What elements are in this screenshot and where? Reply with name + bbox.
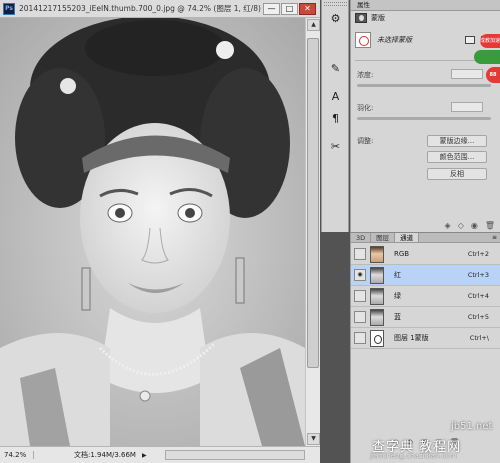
channel-shortcut: Ctrl+5 (467, 313, 489, 321)
scroll-thumb[interactable] (307, 38, 319, 368)
invert-button[interactable]: 反相 (427, 168, 487, 180)
channel-thumbnail (370, 287, 384, 305)
mask-edge-button[interactable]: 蒙版边缘... (427, 135, 487, 147)
apply-mask-icon[interactable]: ◇ (458, 221, 464, 230)
photoshop-logo-icon: Ps (3, 2, 15, 15)
badge-middle (474, 50, 500, 64)
scroll-up-arrow-icon[interactable]: ▲ (307, 19, 320, 31)
paint-icon[interactable]: ✎ (325, 60, 346, 78)
scroll-down-arrow-icon[interactable]: ▼ (307, 433, 320, 445)
properties-tab[interactable]: 属性 (351, 0, 500, 11)
channel-row[interactable]: RGB Ctrl+2 (351, 244, 500, 265)
visibility-eye-icon[interactable]: ◉ (354, 269, 366, 281)
maximize-button[interactable]: □ (281, 3, 298, 15)
watermark-site: jb51.net (451, 421, 493, 432)
channel-name: RGB (394, 250, 410, 258)
density-label: 浓度: (357, 71, 374, 79)
visibility-eye-icon[interactable] (354, 332, 366, 344)
channel-row[interactable]: 蓝 Ctrl+5 (351, 307, 500, 328)
mask-thumbnail[interactable] (355, 32, 371, 48)
channel-thumbnail (370, 329, 384, 347)
adjust-icon[interactable]: ⚙ (325, 10, 346, 28)
zoom-level[interactable]: 74.2% (0, 451, 34, 459)
speed-badge[interactable]: 成教加速 88 (474, 30, 500, 86)
feather-label: 羽化: (357, 104, 374, 112)
status-bar: 74.2% 文档:1.94M/3.66M ▶ (0, 446, 320, 463)
channel-name: 红 (394, 271, 401, 279)
visibility-eye-icon[interactable] (354, 248, 366, 260)
tab-channels[interactable]: 通道 (395, 233, 420, 242)
channel-shortcut: Ctrl+3 (467, 271, 489, 279)
channel-thumbnail (370, 245, 384, 263)
panel-menu-icon[interactable]: ≡ (492, 233, 500, 242)
tools-icon[interactable]: ✂ (325, 138, 346, 156)
status-menu-arrow-icon[interactable]: ▶ (142, 452, 147, 459)
document-title-bar[interactable]: Ps 20141217155203_iEeIN.thumb.700_0.jpg … (0, 0, 320, 18)
toggle-mask-icon[interactable]: ◉ (471, 221, 478, 230)
channel-name: 图层 1蒙版 (394, 334, 429, 342)
visibility-eye-icon[interactable] (354, 311, 366, 323)
properties-header: 蒙版 (355, 13, 385, 23)
properties-header-label: 蒙版 (371, 14, 385, 22)
document-window: Ps 20141217155203_iEeIN.thumb.700_0.jpg … (0, 0, 320, 463)
watermark-url: jiaocheng.chazidian.com (370, 452, 457, 460)
panel-grip[interactable] (324, 2, 347, 6)
window-controls: — □ ✕ (263, 3, 316, 15)
properties-footer: ◈ ◇ ◉ 🗑 (351, 218, 500, 232)
channel-row[interactable]: 绿 Ctrl+4 (351, 286, 500, 307)
image-canvas[interactable] (0, 18, 305, 446)
feather-field[interactable] (451, 102, 483, 112)
vertical-scrollbar[interactable]: ▲ ▼ (305, 18, 320, 446)
horizontal-scrollbar[interactable] (165, 450, 305, 460)
channel-list: RGB Ctrl+2 ◉ 红 Ctrl+3 绿 Ctrl+4 蓝 Ctrl+5 图层 1蒙版 Ctr… (351, 244, 500, 349)
delete-mask-icon[interactable]: 🗑 (485, 221, 495, 230)
visibility-eye-icon[interactable] (354, 290, 366, 302)
mask-selection-label: 未选择蒙版 (377, 36, 412, 44)
photoshop-window: Ps 20141217155203_iEeIN.thumb.700_0.jpg … (0, 0, 500, 463)
mask-icon (355, 13, 367, 23)
type-icon[interactable]: A (325, 88, 346, 106)
density-slider[interactable] (357, 84, 491, 87)
channel-shortcut: Ctrl+4 (467, 292, 489, 300)
tab-layers[interactable]: 图层 (371, 233, 396, 242)
minimize-button[interactable]: — (263, 3, 280, 15)
pilcrow-icon[interactable]: ¶ (325, 110, 346, 128)
channel-name: 蓝 (394, 313, 401, 321)
badge-bottom: 88 (486, 67, 500, 83)
channel-thumbnail (370, 308, 384, 326)
adjust-label: 调整: (357, 137, 374, 145)
channel-row[interactable]: ◉ 红 Ctrl+3 (351, 265, 500, 286)
load-selection-icon[interactable]: ◈ (445, 221, 451, 230)
panel-tabs: 3D 图层 通道 ≡ (351, 233, 500, 243)
channel-name: 绿 (394, 292, 401, 300)
close-button[interactable]: ✕ (299, 3, 316, 15)
channel-row[interactable]: 图层 1蒙版 Ctrl+\ (351, 328, 500, 349)
channel-shortcut: Ctrl+2 (467, 250, 489, 258)
tab-3d[interactable]: 3D (351, 233, 372, 242)
document-size: 文档:1.94M/3.66M (74, 451, 136, 459)
feather-slider[interactable] (357, 117, 491, 120)
document-title: 20141217155203_iEeIN.thumb.700_0.jpg @ 7… (19, 4, 268, 13)
document-image (0, 18, 305, 446)
color-range-button[interactable]: 颜色范围... (427, 151, 487, 163)
badge-top: 成教加速 (480, 34, 500, 48)
channel-thumbnail (370, 266, 384, 284)
channel-shortcut: Ctrl+\ (469, 334, 489, 342)
panel-tool-strip: ⚙ ✎ A ¶ ✂ (321, 0, 349, 232)
